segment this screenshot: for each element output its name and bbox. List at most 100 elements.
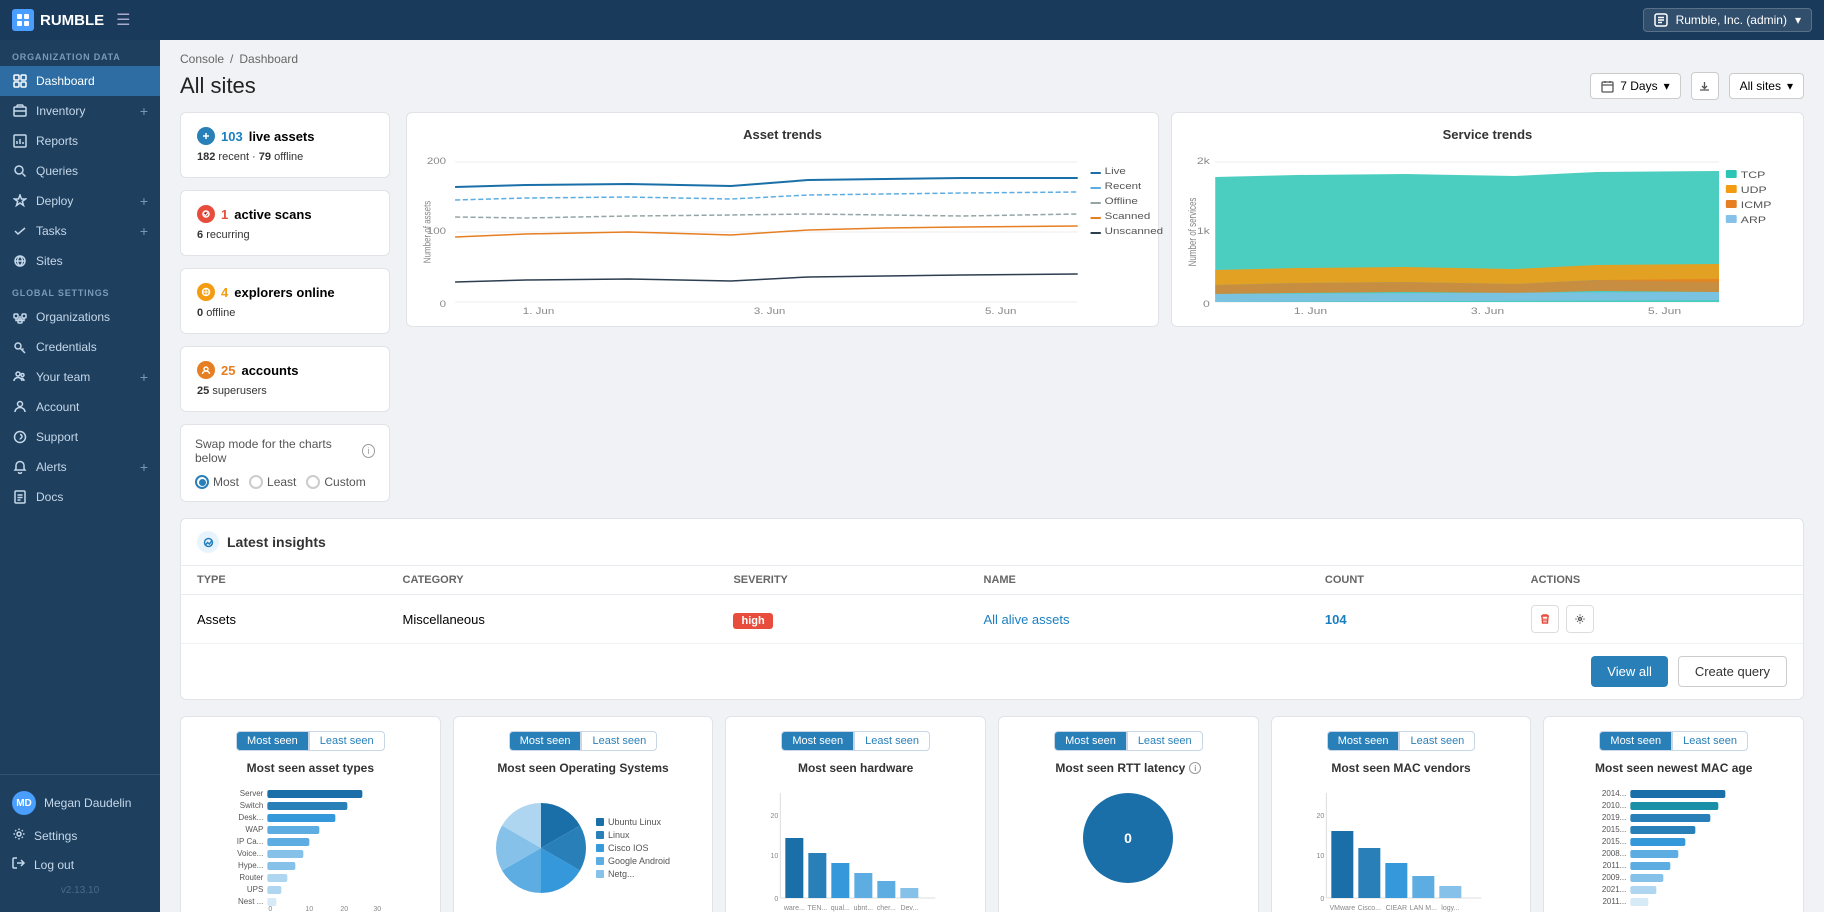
os-least-tab[interactable]: Least seen xyxy=(581,731,657,751)
svg-text:2011...: 2011... xyxy=(1603,897,1627,906)
sidebar-label-tasks: Tasks xyxy=(36,224,67,238)
reports-icon xyxy=(12,133,28,149)
breadcrumb-parent[interactable]: Console xyxy=(180,52,224,66)
main-content: Console / Dashboard All sites 7 Days ▾ A… xyxy=(160,40,1824,912)
radio-least[interactable]: Least xyxy=(249,475,296,489)
rtt-least-tab[interactable]: Least seen xyxy=(1127,731,1203,751)
severity-badge: high xyxy=(733,613,772,629)
sites-selector[interactable]: All sites ▾ xyxy=(1729,73,1804,99)
svg-text:WAP: WAP xyxy=(245,825,263,834)
alerts-icon xyxy=(12,459,28,475)
radio-custom[interactable]: Custom xyxy=(306,475,365,489)
svg-text:CIEAR: CIEAR xyxy=(1385,905,1406,912)
asset-types-most-tab[interactable]: Most seen xyxy=(236,731,309,751)
sidebar-item-organizations[interactable]: Organizations xyxy=(0,302,160,332)
svg-text:Cisco...: Cisco... xyxy=(1357,905,1380,912)
inventory-plus-icon[interactable]: + xyxy=(140,103,148,119)
mac-age-most-tab[interactable]: Most seen xyxy=(1599,731,1672,751)
col-type: Type xyxy=(181,566,387,595)
col-count: Count xyxy=(1309,566,1515,595)
dropdown-icon: ▾ xyxy=(1795,13,1801,27)
rtt-tabs: Most seen Least seen xyxy=(1011,731,1246,751)
service-trends-chart: 2k 1k 0 Number of services 1. Jun 3. Jun… xyxy=(1188,152,1787,312)
os-most-tab[interactable]: Most seen xyxy=(509,731,582,751)
svg-text:2009...: 2009... xyxy=(1602,873,1626,882)
topbar-left: RUMBLE ☰ xyxy=(12,9,131,31)
hardware-most-tab[interactable]: Most seen xyxy=(781,731,854,751)
deploy-plus-icon[interactable]: + xyxy=(140,193,148,209)
inventory-icon xyxy=(12,103,28,119)
tasks-plus-icon[interactable]: + xyxy=(140,223,148,239)
swap-mode-options: Most Least Custom xyxy=(195,475,375,489)
svg-text:0: 0 xyxy=(440,300,447,310)
svg-text:2010...: 2010... xyxy=(1602,801,1626,810)
sidebar-item-inventory[interactable]: Inventory + xyxy=(0,96,160,126)
os-card: Most seen Least seen Most seen Operating… xyxy=(453,716,714,912)
sidebar-item-account[interactable]: Account xyxy=(0,392,160,422)
org-selector[interactable]: Rumble, Inc. (admin) ▾ xyxy=(1643,8,1812,32)
mac-vendors-least-tab[interactable]: Least seen xyxy=(1399,731,1475,751)
your-team-plus-icon[interactable]: + xyxy=(140,369,148,385)
svg-text:5. Jun: 5. Jun xyxy=(985,307,1017,317)
sidebar-item-reports[interactable]: Reports xyxy=(0,126,160,156)
radio-most[interactable]: Most xyxy=(195,475,239,489)
sidebar-label-sites: Sites xyxy=(36,254,63,268)
radio-most-circle xyxy=(195,475,209,489)
settings-action-button[interactable] xyxy=(1566,605,1594,633)
mac-age-least-tab[interactable]: Least seen xyxy=(1672,731,1748,751)
sidebar-item-docs[interactable]: Docs xyxy=(0,482,160,512)
date-range-picker[interactable]: 7 Days ▾ xyxy=(1590,73,1680,99)
logout-item[interactable]: Log out xyxy=(12,850,148,879)
sites-chevron: ▾ xyxy=(1787,79,1793,93)
sidebar-item-alerts[interactable]: Alerts + xyxy=(0,452,160,482)
sidebar-item-credentials[interactable]: Credentials xyxy=(0,332,160,362)
explorers-sub: 0 offline xyxy=(197,307,373,319)
sidebar-item-tasks[interactable]: Tasks + xyxy=(0,216,160,246)
row-name-link[interactable]: All alive assets xyxy=(984,612,1070,627)
stat-active-scans-title: 1 active scans xyxy=(197,205,373,223)
settings-item[interactable]: Settings xyxy=(12,821,148,850)
create-query-button[interactable]: Create query xyxy=(1678,656,1787,687)
sidebar-label-docs: Docs xyxy=(36,490,63,504)
asset-types-tabs: Most seen Least seen xyxy=(193,731,428,751)
alerts-plus-icon[interactable]: + xyxy=(140,459,148,475)
live-assets-label: live assets xyxy=(249,129,315,144)
sidebar-item-support[interactable]: Support xyxy=(0,422,160,452)
explorers-label: explorers online xyxy=(234,285,334,300)
logout-icon xyxy=(12,856,26,873)
hardware-least-tab[interactable]: Least seen xyxy=(854,731,930,751)
svg-text:IP Ca...: IP Ca... xyxy=(237,837,264,846)
sidebar-item-sites[interactable]: Sites xyxy=(0,246,160,276)
radio-most-label: Most xyxy=(213,475,239,489)
delete-action-button[interactable] xyxy=(1531,605,1559,633)
svg-text:UPS: UPS xyxy=(247,885,263,894)
svg-text:2015...: 2015... xyxy=(1602,837,1626,846)
your-team-icon xyxy=(12,369,28,385)
sidebar-item-dashboard[interactable]: Dashboard xyxy=(0,66,160,96)
sites-icon xyxy=(12,253,28,269)
row-count: 104 xyxy=(1309,595,1515,644)
version-label: v2.13.10 xyxy=(12,879,148,902)
asset-types-least-tab[interactable]: Least seen xyxy=(309,731,385,751)
accounts-count: 25 xyxy=(221,363,235,378)
mac-age-title: Most seen newest MAC age xyxy=(1556,761,1791,775)
svg-text:0: 0 xyxy=(1203,299,1210,309)
svg-text:3. Jun: 3. Jun xyxy=(1471,306,1504,316)
global-settings-label: GLOBAL SETTINGS xyxy=(0,276,160,302)
sidebar-item-queries[interactable]: Queries xyxy=(0,156,160,186)
export-button[interactable] xyxy=(1691,72,1719,100)
rtt-most-tab[interactable]: Most seen xyxy=(1054,731,1127,751)
view-all-button[interactable]: View all xyxy=(1591,656,1668,687)
mac-vendors-most-tab[interactable]: Most seen xyxy=(1327,731,1400,751)
sidebar-item-deploy[interactable]: Deploy + xyxy=(0,186,160,216)
hamburger-icon[interactable]: ☰ xyxy=(116,10,130,30)
sidebar-item-your-team[interactable]: Your team + xyxy=(0,362,160,392)
organizations-icon xyxy=(12,309,28,325)
user-row[interactable]: MD Megan Daudelin xyxy=(12,785,148,821)
sidebar-label-support: Support xyxy=(36,430,78,444)
page-controls: 7 Days ▾ All sites ▾ xyxy=(1590,72,1804,100)
dashboard-icon xyxy=(12,73,28,89)
svg-text:ware...: ware... xyxy=(783,905,805,912)
accounts-sub: 25 superusers xyxy=(197,385,373,397)
info-icon: i xyxy=(362,444,375,458)
